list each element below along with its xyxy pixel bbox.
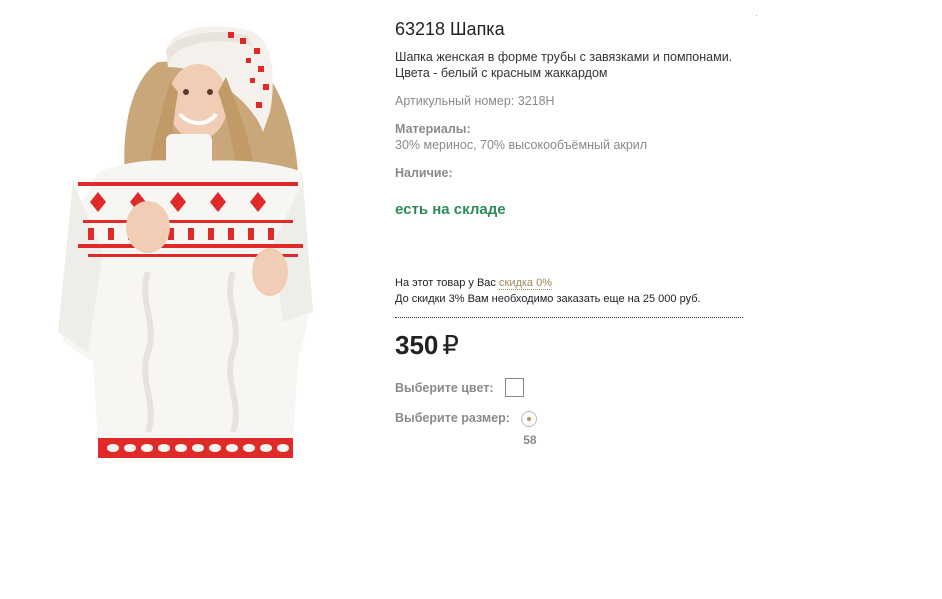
product-title: 63218 Шапка — [395, 19, 505, 39]
description-line-1: Шапка женская в форме трубы с завязками … — [395, 50, 733, 64]
discount-note: До скидки 3% Вам необходимо заказать еще… — [395, 293, 701, 305]
discount-text: На этот товар у Вас — [395, 277, 496, 289]
color-swatch[interactable] — [504, 378, 524, 397]
price: 350 ₽ — [395, 330, 755, 360]
discount-link[interactable]: скидка 0% — [499, 277, 553, 290]
size-value: 58 — [523, 433, 537, 447]
article-number: Артикульный номер: 3218Н — [395, 94, 555, 108]
availability-label: Наличие: — [395, 166, 453, 180]
divider — [395, 317, 743, 318]
materials-label: Материалы: — [395, 122, 471, 136]
description-line-2: Цвета - белый с красным жаккардом — [395, 66, 608, 80]
size-label: Выберите размер: — [395, 411, 510, 425]
currency-symbol: ₽ — [442, 330, 459, 360]
size-option-58[interactable]: 58 — [520, 411, 537, 447]
discount-info: На этот товар у Вас скидка 0% До скидки … — [395, 275, 755, 307]
materials-value: 30% меринос, 70% высокообъёмный акрил — [395, 138, 648, 152]
price-value: 350 — [395, 330, 439, 360]
size-selector: Выберите размер: 58 — [395, 411, 755, 447]
color-selector: Выберите цвет: — [395, 378, 755, 397]
size-radio[interactable] — [520, 411, 537, 427]
decorative-mark: · — [755, 10, 758, 20]
product-photo — [58, 22, 320, 458]
product-info: 63218 Шапка Шапка женская в форме трубы … — [395, 18, 755, 447]
product-description: Шапка женская в форме трубы с завязками … — [395, 49, 755, 81]
color-label: Выберите цвет: — [395, 380, 494, 395]
discount-line: На этот товар у Вас скидка 0% — [395, 275, 755, 291]
availability-status: есть на складе — [395, 201, 506, 218]
